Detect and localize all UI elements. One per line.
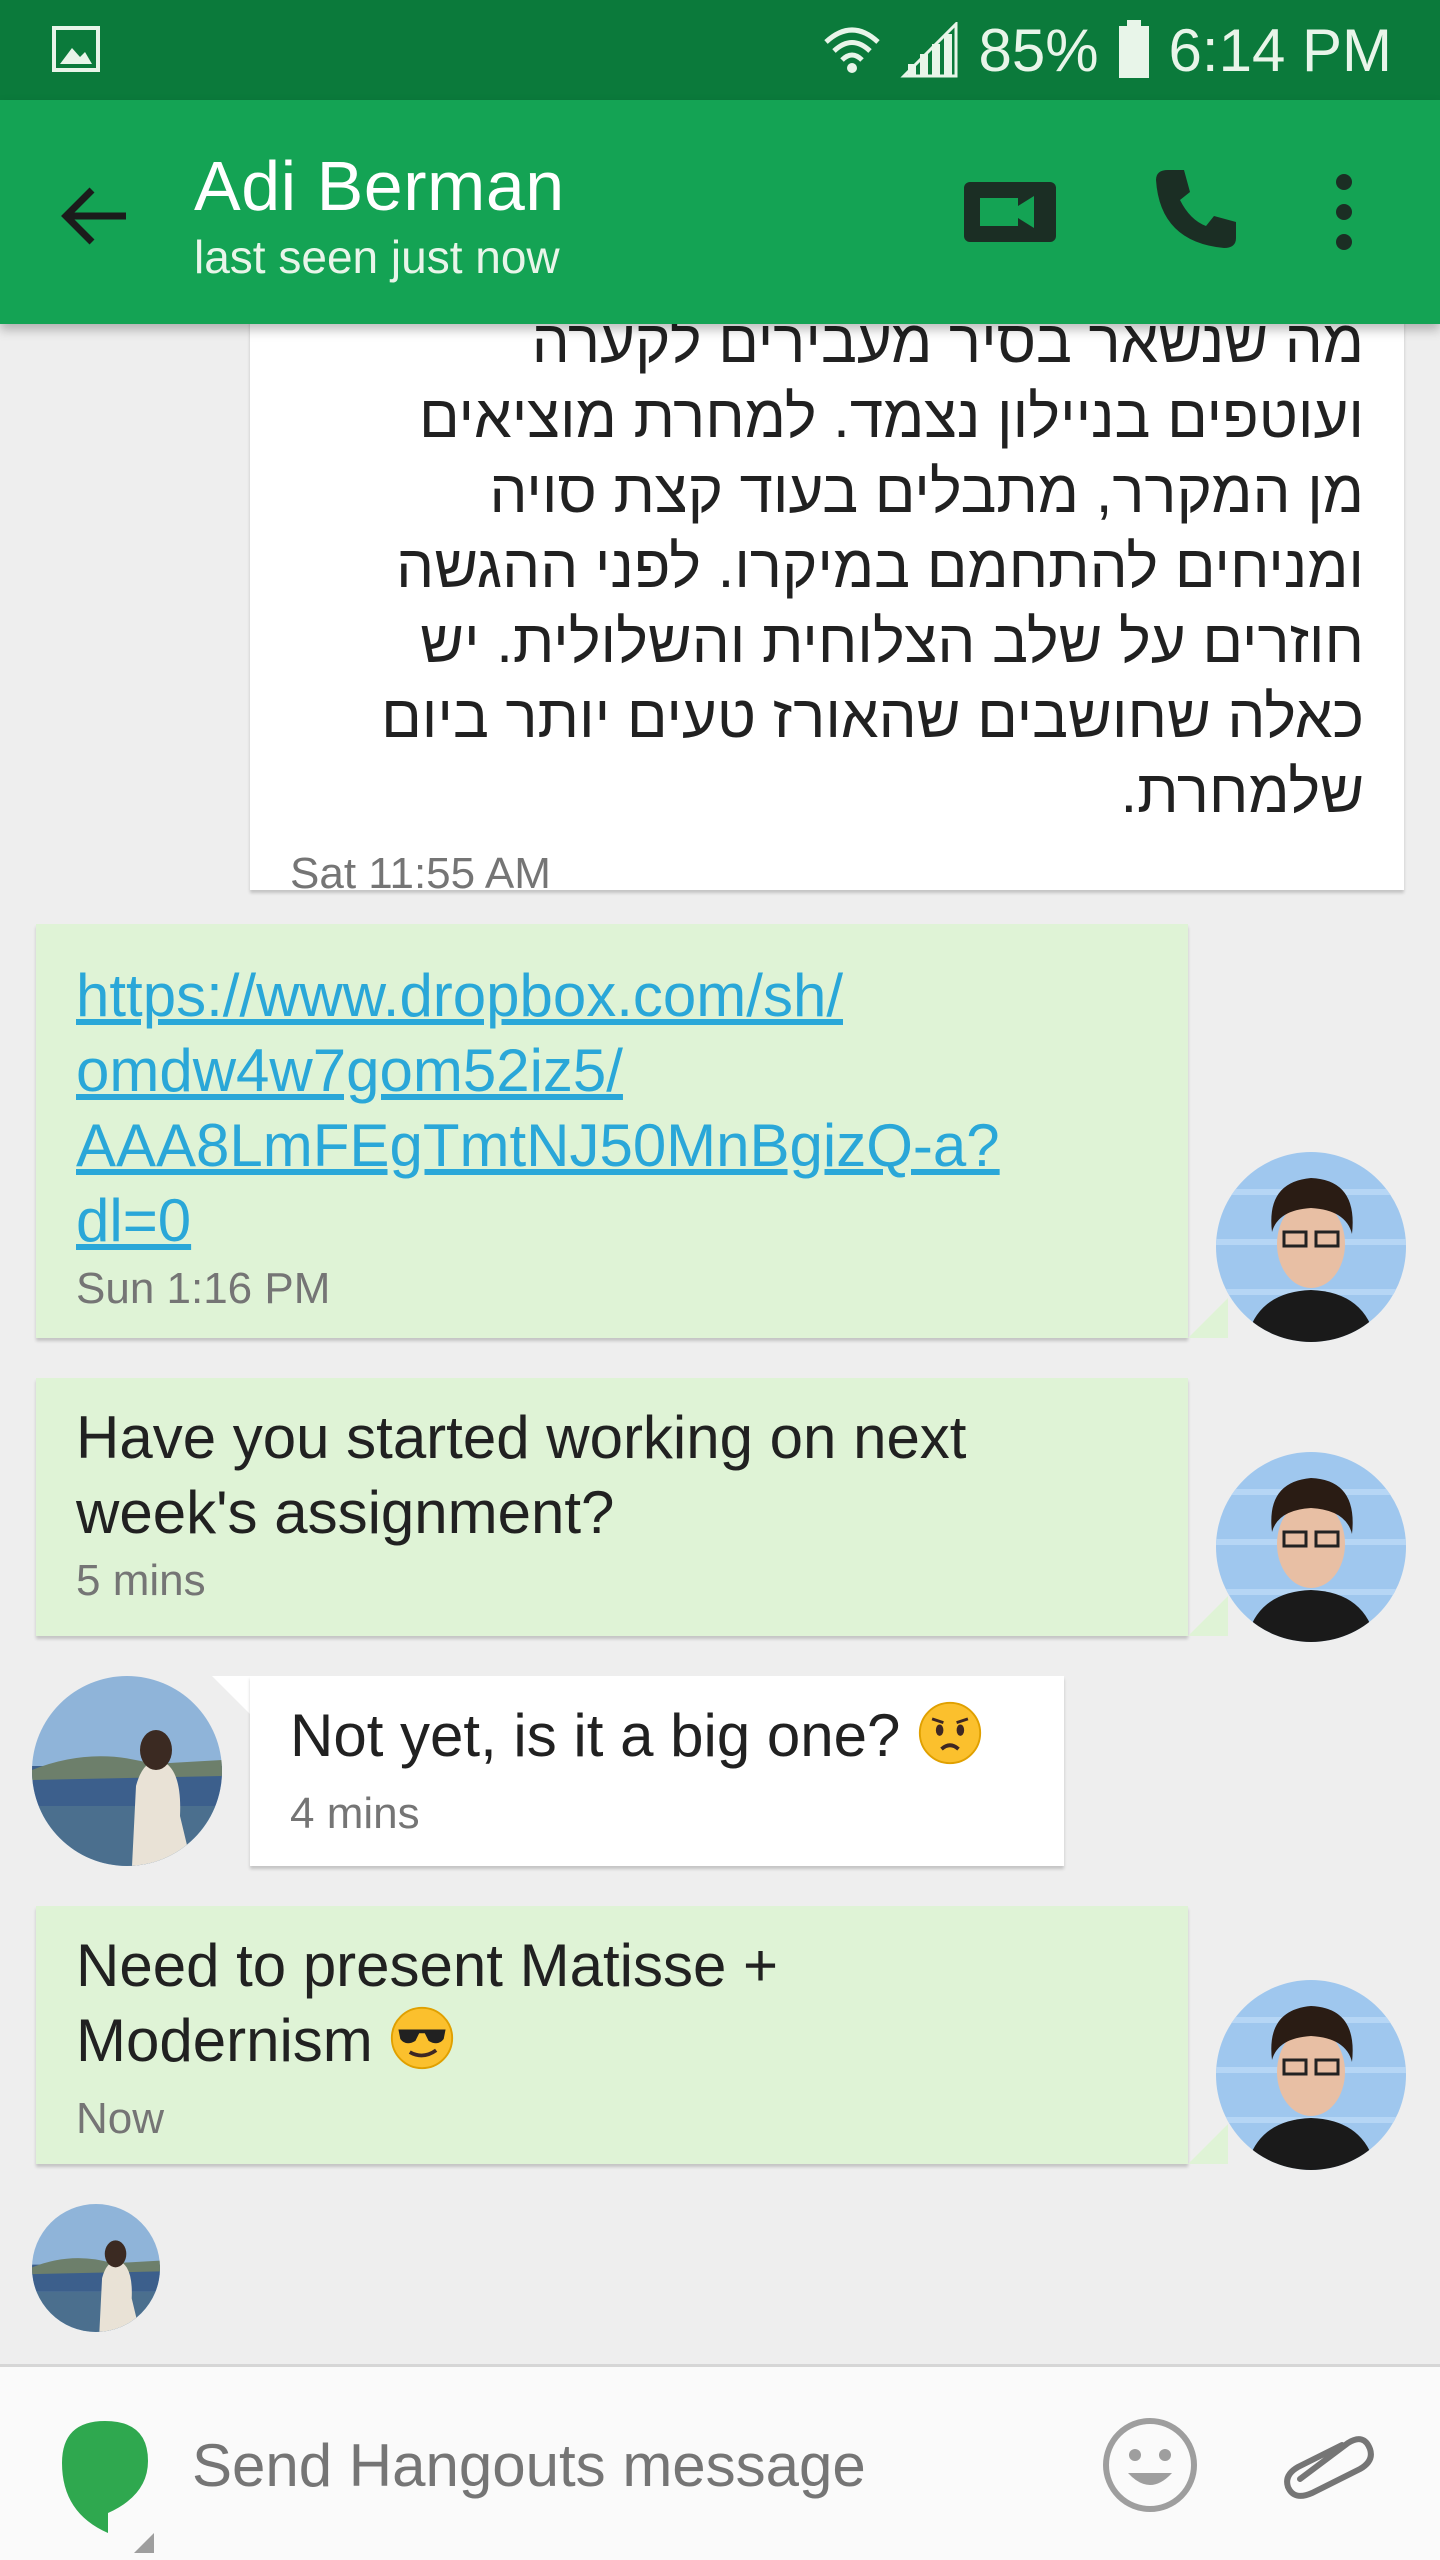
message-time: 4 mins <box>290 1789 420 1838</box>
message-input[interactable] <box>192 2415 1052 2515</box>
message-line: ועוטפים בניילון נצמד. למחרת מוציאים <box>418 383 1364 450</box>
link-line[interactable]: https://www.dropbox.com/sh/ <box>76 958 1148 1033</box>
sunglasses-face-emoji-icon <box>389 2005 455 2088</box>
contact-avatar[interactable] <box>32 1676 222 1866</box>
message-line: week's assignment? <box>76 1479 615 1546</box>
user-avatar[interactable] <box>1216 1152 1406 1342</box>
link-line[interactable]: omdw4w7gom52iz5/ <box>76 1033 1148 1108</box>
wifi-icon <box>822 22 882 78</box>
status-bar: 85% 6:14 PM <box>0 0 1440 100</box>
status-right: 85% 6:14 PM <box>822 0 1392 100</box>
battery-percent: 85% <box>978 16 1099 84</box>
message-text: מה שנשאר בסיר מעבירים לקערה ועוטפים בניי… <box>290 324 1364 829</box>
worried-face-emoji-icon <box>917 1700 983 1783</box>
emoji-icon[interactable] <box>1100 2415 1200 2515</box>
message-time: Sun 1:16 PM <box>76 1264 331 1313</box>
gallery-notification-icon <box>52 26 100 72</box>
more-options-icon[interactable] <box>1316 166 1372 256</box>
conversation[interactable]: מה שנשאר בסיר מעבירים לקערה ועוטפים בניי… <box>0 324 1440 2364</box>
message-text: Need to present Matisse + Modernism <box>76 1928 1148 2088</box>
link-line[interactable]: AAA8LmFEgTmtNJ50MnBgizQ-a? <box>76 1108 1148 1183</box>
message-line: כאלה שחושבים שהאורז טעים יותר ביום <box>381 683 1364 750</box>
message-line: Modernism <box>76 2007 373 2074</box>
contact-last-seen: last seen just now <box>194 231 560 283</box>
message-time: Now <box>76 2094 165 2143</box>
read-receipt-avatar <box>32 2204 160 2332</box>
app-bar: Adi Berman last seen just now <box>0 100 1440 324</box>
bubble-tail <box>1188 1298 1228 1338</box>
message-incoming[interactable]: Not yet, is it a big one? 4 mins <box>250 1676 1064 1866</box>
back-arrow-icon[interactable] <box>56 176 136 256</box>
composer-bar <box>0 2364 1440 2560</box>
hangouts-logo-icon <box>50 2417 160 2557</box>
message-line: חוזרים על שלב הצלוחית והשלולית. יש <box>420 608 1364 675</box>
contact-name[interactable]: Adi Berman <box>194 146 565 226</box>
message-incoming[interactable]: מה שנשאר בסיר מעבירים לקערה ועוטפים בניי… <box>250 324 1404 898</box>
link-line[interactable]: dl=0 <box>76 1183 1148 1258</box>
battery-icon <box>1117 20 1151 80</box>
user-avatar[interactable] <box>1216 1452 1406 1642</box>
phone-call-icon[interactable] <box>1150 164 1240 254</box>
bubble-tail <box>212 1676 252 1716</box>
user-avatar[interactable] <box>1216 1980 1406 2170</box>
message-line: Have you started working on next <box>76 1404 967 1471</box>
bubble-tail <box>1188 2124 1228 2164</box>
message-line: שלמחרת. <box>1120 758 1365 825</box>
message-time: Sat 11:55 AM <box>290 849 551 898</box>
message-text: Not yet, is it a big one? <box>290 1698 1024 1783</box>
signal-icon <box>900 22 960 78</box>
message-outgoing[interactable]: Have you started working on next week's … <box>36 1378 1188 1636</box>
message-line-cut: מה שנשאר בסיר מעבירים לקערה <box>531 324 1364 375</box>
message-text: Have you started working on next week's … <box>76 1400 1148 1550</box>
message-time: 5 mins <box>76 1556 206 1605</box>
message-line: Not yet, is it a big one? <box>290 1702 901 1769</box>
message-line: Need to present Matisse + <box>76 1932 779 1999</box>
video-call-icon[interactable] <box>960 170 1060 250</box>
dropbox-link[interactable]: https://www.dropbox.com/sh/ omdw4w7gom52… <box>76 958 1148 1258</box>
bubble-tail <box>1188 1596 1228 1636</box>
message-outgoing[interactable]: https://www.dropbox.com/sh/ omdw4w7gom52… <box>36 924 1188 1338</box>
message-line: מן המקרר, מתבלים בעוד קצת סויה <box>489 458 1364 525</box>
attachment-clip-icon[interactable] <box>1280 2423 1376 2503</box>
message-outgoing[interactable]: Need to present Matisse + Modernism Now <box>36 1906 1188 2164</box>
clock: 6:14 PM <box>1168 16 1392 84</box>
message-line: ומניחים להתחמם במיקרו. לפני ההגשה <box>396 533 1364 600</box>
